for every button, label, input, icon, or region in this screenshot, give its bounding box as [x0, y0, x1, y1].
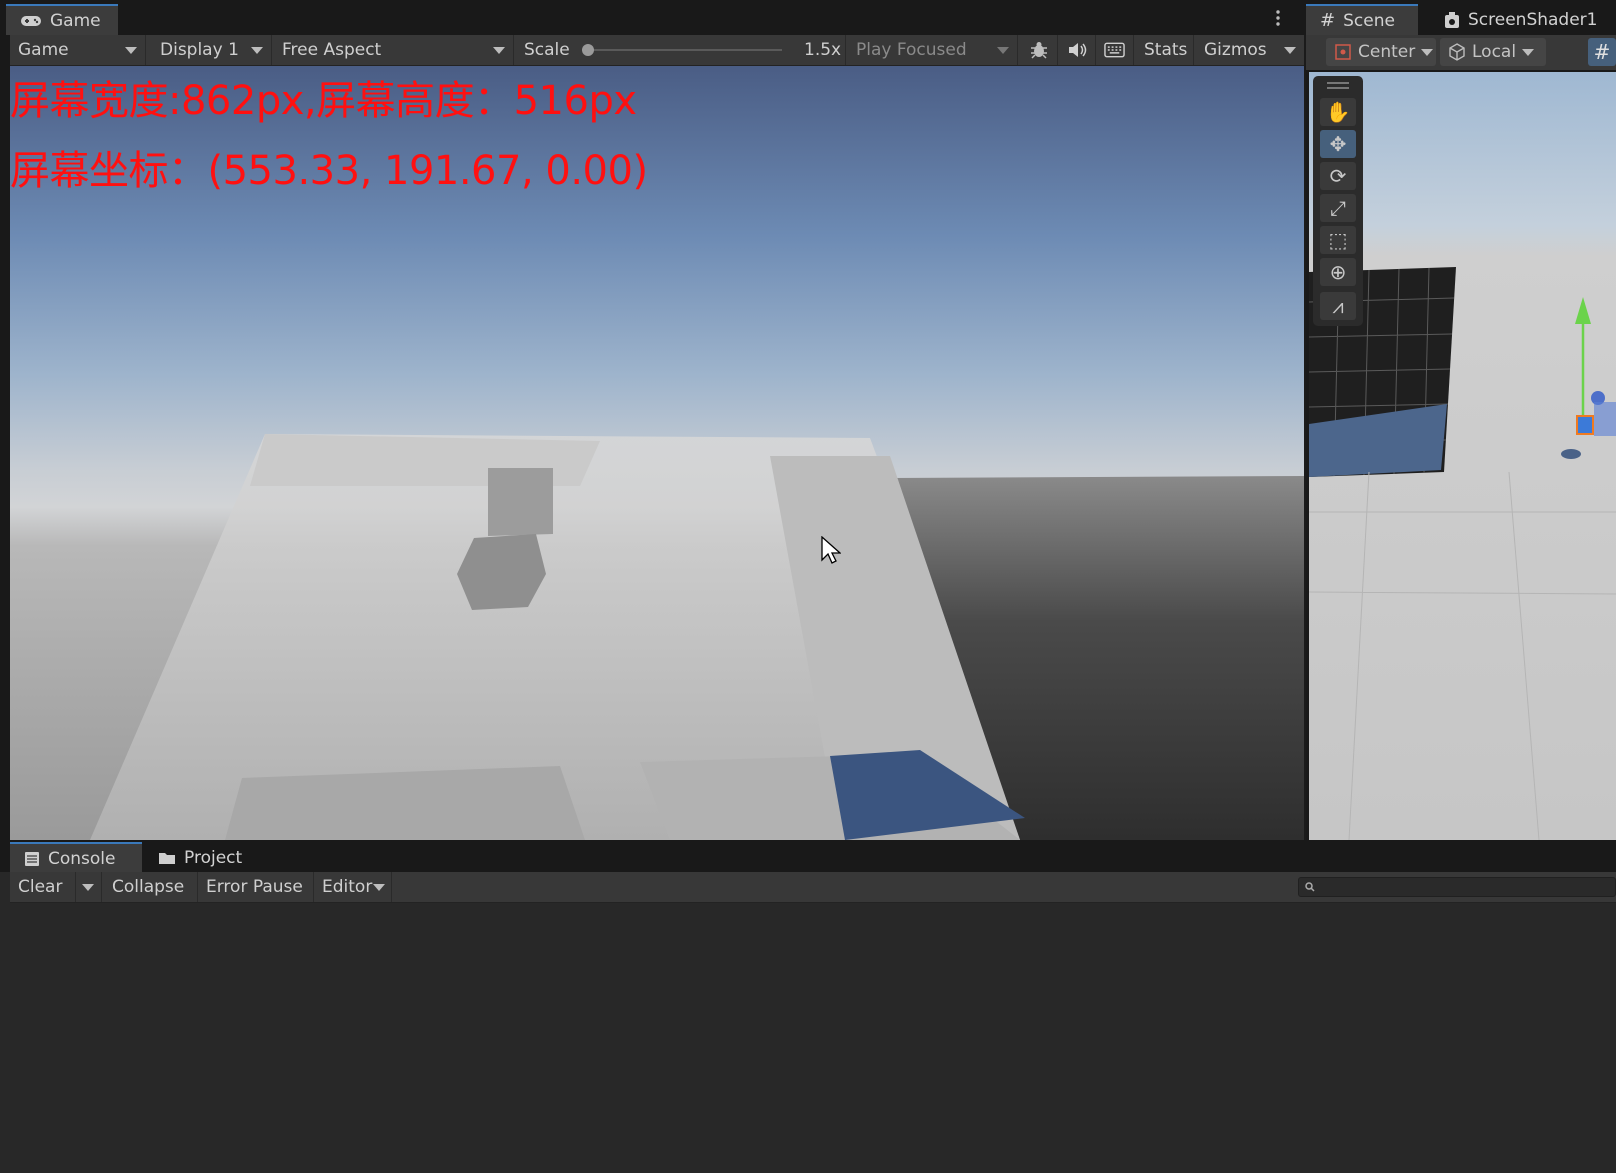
pivot-center-dropdown[interactable]: Center [1326, 38, 1436, 66]
space-local-dropdown[interactable]: Local [1440, 38, 1546, 66]
rect-tool-icon[interactable]: ⬚ [1320, 226, 1356, 254]
chevron-down-icon [997, 47, 1009, 54]
console-tab-bar: Console Project [0, 840, 1616, 873]
editor-dropdown[interactable]: Editor [314, 872, 392, 902]
display-dropdown-label: Display 1 [160, 40, 239, 60]
stats-button[interactable]: Stats [1136, 35, 1194, 65]
collapse-label: Collapse [112, 877, 185, 897]
transform-tool-icon[interactable]: ⊕ [1320, 258, 1356, 286]
clear-button[interactable]: Clear [10, 872, 76, 902]
bug-icon [1030, 42, 1047, 59]
chevron-down-icon [82, 884, 94, 891]
game-tab-bar: Game [0, 0, 1306, 35]
gizmos-dropdown[interactable]: Gizmos [1196, 35, 1304, 65]
rotate-tool-icon[interactable]: ⟳ [1320, 162, 1356, 190]
pivot-label: Center [1358, 42, 1416, 62]
chevron-down-icon [1421, 48, 1434, 56]
cube-local-icon [1449, 43, 1465, 61]
stats-label: Stats [1144, 40, 1188, 60]
tab-project-label: Project [184, 847, 243, 868]
grid-hash-icon: # [1320, 10, 1336, 31]
scale-slider-track[interactable] [586, 49, 782, 51]
gizmos-label: Gizmos [1204, 40, 1267, 60]
play-focused-label: Play Focused [856, 40, 967, 60]
tab-project[interactable]: Project [144, 842, 262, 873]
search-icon [1305, 882, 1315, 892]
tab-console[interactable]: Console [10, 842, 142, 873]
gamepad-icon [21, 15, 41, 26]
clear-label: Clear [18, 877, 63, 897]
tab-game-label: Game [50, 10, 101, 31]
scale-label: Scale [524, 40, 570, 60]
scale-control: Scale 1.5x [516, 35, 846, 65]
tab-scene-label: Scene [1343, 10, 1395, 31]
display-dropdown[interactable]: Display 1 [150, 35, 272, 65]
collapse-button[interactable]: Collapse [104, 872, 198, 902]
scene-toolbar: Center Local # [1306, 35, 1616, 70]
shader-graph-icon [1445, 11, 1459, 28]
tab-game[interactable]: Game [6, 4, 118, 35]
keyboard-shortcuts-button[interactable] [1096, 35, 1134, 65]
chevron-down-icon [493, 47, 505, 54]
scene-tool-palette: ✋ ✥ ⟳ ⤢ ⬚ ⊕ ⩘ [1313, 76, 1363, 326]
clear-options-dropdown[interactable] [76, 872, 102, 902]
console-icon [25, 851, 39, 866]
aspect-dropdown-label: Free Aspect [282, 40, 382, 60]
play-focused-dropdown[interactable]: Play Focused [848, 35, 1018, 65]
folder-icon [159, 852, 175, 864]
game-view-dropdown-label: Game [18, 40, 69, 60]
palette-drag-handle[interactable] [1327, 82, 1349, 84]
tab-screenshader-label: ScreenShader1 [1468, 9, 1598, 30]
keyboard-icon [1104, 42, 1125, 58]
editor-label: Editor [322, 877, 373, 897]
scale-value: 1.5x [804, 40, 842, 60]
pivot-icon [1335, 44, 1351, 60]
game-view-dropdown[interactable]: Game [10, 35, 146, 65]
more-options-icon[interactable] [1276, 8, 1280, 28]
screen-size-text: 屏幕宽度:862px,屏幕高度：516px [10, 78, 637, 124]
space-label: Local [1472, 42, 1517, 62]
error-pause-button[interactable]: Error Pause [198, 872, 314, 902]
console-search-input[interactable] [1298, 877, 1616, 897]
game-toolbar: Game Display 1 Free Aspect Scale 1.5x Pl… [10, 35, 1306, 66]
game-viewport[interactable]: 屏幕宽度:862px,屏幕高度：516px 屏幕坐标：(553.33, 191.… [10, 66, 1304, 840]
palette-drag-handle[interactable] [1327, 87, 1349, 89]
chevron-down-icon [125, 47, 137, 54]
scale-slider-handle[interactable] [582, 44, 594, 56]
mouse-cursor-icon [821, 536, 841, 564]
hand-tool-icon[interactable]: ✋ [1320, 98, 1356, 126]
chevron-down-icon [1522, 48, 1535, 56]
screen-position-text: 屏幕坐标：(553.33, 191.67, 0.00) [10, 148, 648, 194]
move-tool-icon[interactable]: ✥ [1320, 130, 1356, 158]
chevron-down-icon [373, 884, 385, 891]
error-pause-label: Error Pause [206, 877, 303, 897]
tab-screenshader[interactable]: ScreenShader1 [1430, 4, 1616, 35]
debug-bug-button[interactable] [1020, 35, 1058, 65]
chevron-down-icon [1284, 47, 1296, 54]
scale-tool-icon[interactable]: ⤢ [1320, 194, 1356, 222]
grid-snap-icon[interactable]: # [1588, 38, 1616, 66]
tab-console-label: Console [48, 848, 116, 869]
aspect-dropdown[interactable]: Free Aspect [274, 35, 514, 65]
speaker-icon [1068, 43, 1086, 57]
console-log-area[interactable] [10, 903, 1616, 1173]
chevron-down-icon [251, 47, 263, 54]
custom-editor-tool-icon[interactable]: ⩘ [1320, 292, 1356, 320]
mute-audio-button[interactable] [1058, 35, 1096, 65]
tab-scene[interactable]: # Scene [1306, 4, 1418, 35]
